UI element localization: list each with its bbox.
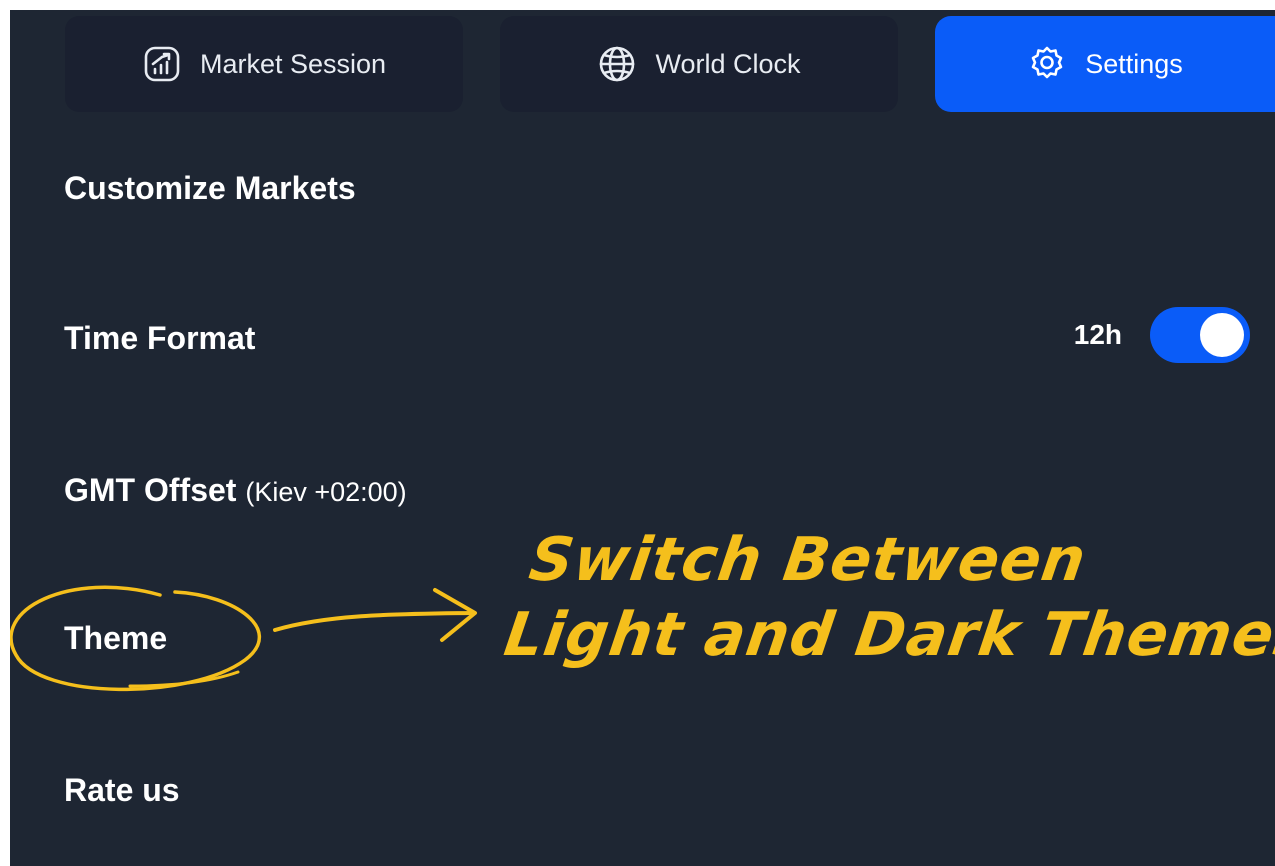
- customize-markets-label: Customize Markets: [64, 170, 356, 206]
- rate-us-label: Rate us: [64, 772, 180, 808]
- gmt-offset-label: GMT Offset (Kiev +02:00): [64, 472, 407, 509]
- setting-row-rate-us[interactable]: Rate us: [10, 722, 1275, 866]
- tab-world-clock[interactable]: World Clock: [500, 16, 898, 112]
- setting-row-theme[interactable]: Theme: [10, 572, 1275, 722]
- setting-row-time-format: Time Format 12h: [10, 272, 1275, 422]
- tab-market-session[interactable]: Market Session: [65, 16, 463, 112]
- tab-label: Settings: [1085, 48, 1183, 79]
- setting-row-customize-markets[interactable]: Customize Markets: [10, 122, 1275, 272]
- screenshot-frame: Market Session World Clock Settings Cust…: [0, 0, 1275, 866]
- toggle-knob: [1200, 313, 1244, 357]
- gear-icon: [1027, 44, 1067, 84]
- tab-settings[interactable]: Settings: [935, 16, 1275, 112]
- settings-panel: Market Session World Clock Settings Cust…: [10, 10, 1275, 866]
- setting-row-gmt-offset[interactable]: GMT Offset (Kiev +02:00): [10, 422, 1275, 572]
- time-format-toggle[interactable]: [1150, 307, 1250, 363]
- globe-icon: [597, 44, 637, 84]
- gmt-offset-title: GMT Offset: [64, 472, 237, 508]
- tab-label: World Clock: [655, 48, 801, 79]
- theme-label: Theme: [64, 620, 168, 656]
- chart-icon: [142, 44, 182, 84]
- time-format-value: 12h: [1073, 319, 1122, 350]
- time-format-label: Time Format: [64, 320, 256, 356]
- gmt-offset-value: (Kiev +02:00): [245, 477, 407, 507]
- time-format-control: 12h: [1074, 307, 1250, 363]
- tab-label: Market Session: [199, 48, 387, 79]
